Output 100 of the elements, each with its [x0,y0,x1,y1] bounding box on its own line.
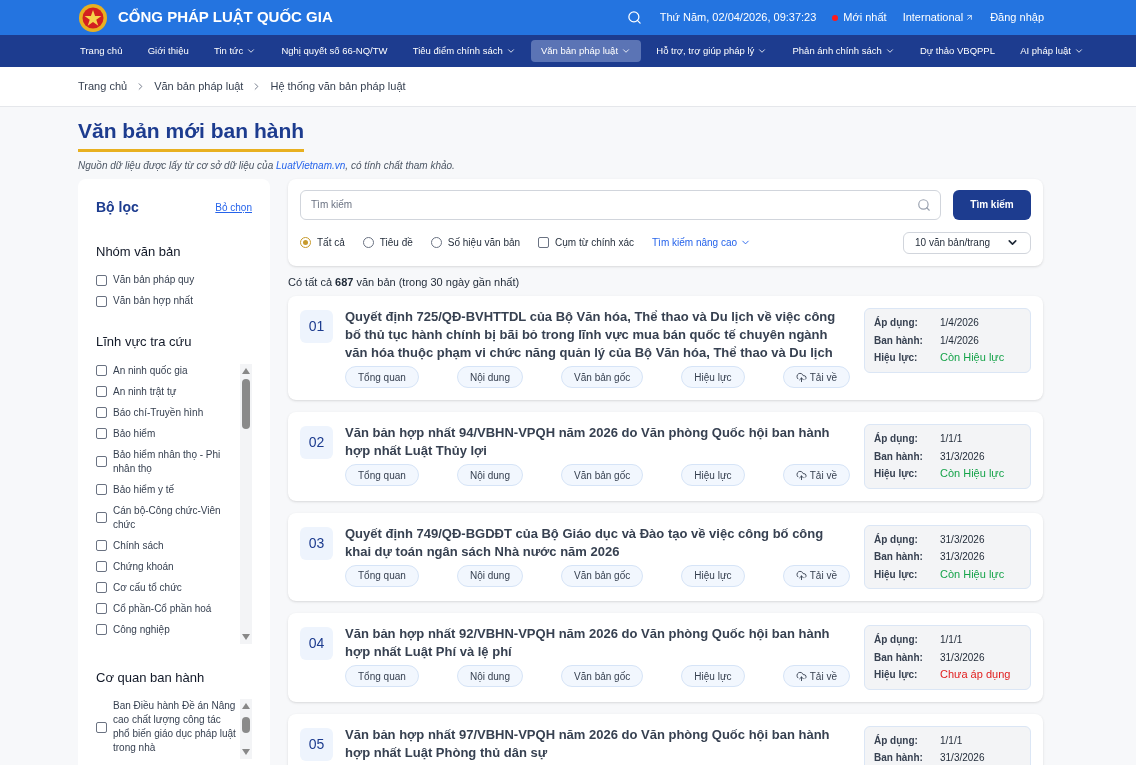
search-field[interactable]: Tìm kiếm [300,189,941,220]
document-action-button[interactable]: Tải về [782,665,850,687]
checkbox[interactable] [96,582,107,593]
scrollbar[interactable] [240,699,252,759]
breadcrumb-link[interactable]: Trang chủ [78,78,128,95]
breadcrumb-link[interactable]: Hệ thống văn bản pháp luật [270,78,406,95]
document-action-button[interactable]: Tổng quan [345,564,419,587]
site-title[interactable]: CỔNG PHÁP LUẬT QUỐC GIA [118,6,333,29]
scroll-down-icon[interactable] [242,633,250,640]
latest-link[interactable]: Mới nhất [832,9,887,26]
document-action-button[interactable]: Nội dung [456,665,523,687]
document-title[interactable]: Văn bản hợp nhất 92/VBHN-VPQH năm 2026 do Văn phòng Quốc hội ban hành hợp nhất Luật Phí và lệ phí [345,625,852,661]
search-button[interactable]: Tìm kiếm [953,189,1031,220]
document-action-button[interactable]: Nội dung [456,366,523,388]
filter-option[interactable]: An ninh trật tự [113,384,177,399]
document-action-button[interactable]: Nội dung [456,564,523,587]
search-option[interactable]: Cụm từ chính xác [555,235,634,250]
filter-option[interactable]: Cán bộ-Công chức-Viên chức [113,503,238,532]
filter-option[interactable]: Bảo hiểm nhân thọ - Phi nhân thọ [113,447,238,476]
nav-item[interactable]: Giới thiệu [137,40,199,62]
nav-item[interactable]: Dự thảo VBQPPL [910,40,1005,62]
document-number: 01 [300,310,333,343]
scroll-thumb[interactable] [242,378,250,429]
scroll-down-icon[interactable] [242,749,250,755]
nav-item[interactable]: AI pháp luật [1010,40,1094,62]
document-action-button[interactable]: Văn bản gốc [561,366,644,388]
nav-item[interactable]: Hỗ trợ, trợ giúp pháp lý [646,40,778,62]
filter-option[interactable]: Cổ phần-Cổ phần hoá [113,601,212,616]
document-action-button[interactable]: Tải về [782,464,850,486]
checkbox[interactable] [96,540,107,551]
scrollbar[interactable] [240,363,252,644]
document-action-button[interactable]: Tổng quan [345,366,419,388]
filter-option[interactable]: Báo chí-Truyền hình [113,405,204,420]
info-label: Ban hành: [874,650,924,665]
nav-item[interactable]: Tiêu điểm chính sách [402,40,526,62]
checkbox[interactable] [96,603,107,614]
status-text: Còn Hiệu lực [940,466,1005,481]
checkbox[interactable] [96,484,107,495]
document-action-button[interactable]: Văn bản gốc [561,564,644,587]
nav-item[interactable]: Tin tức [203,40,267,62]
document-action-button[interactable]: Nội dung [456,464,523,486]
nav-item[interactable]: Văn bản pháp luật [530,40,642,62]
nav-item[interactable]: Phản ánh chính sách [782,40,905,62]
nav-item[interactable]: Trang chủ [70,40,133,62]
document-action-button[interactable]: Hiệu lực [681,366,745,388]
search-option[interactable]: Số hiệu văn bản [447,235,521,250]
filter-option[interactable]: Chính sách [113,538,164,553]
scroll-thumb[interactable] [242,717,250,733]
filter-option[interactable]: Bảo hiểm y tế [113,482,175,497]
checkbox[interactable] [96,365,107,376]
checkbox[interactable] [96,295,107,307]
document-action-button[interactable]: Hiệu lực [681,464,745,486]
document-action-button[interactable]: Hiệu lực [681,665,745,687]
checkbox[interactable] [96,721,107,733]
document-action-button[interactable]: Tổng quan [345,665,419,687]
document-title[interactable]: Văn bản hợp nhất 94/VBHN-VPQH năm 2026 do Văn phòng Quốc hội ban hành hợp nhất Luật Thủy lợi [345,424,852,460]
login-link[interactable]: Đăng nhập [990,9,1044,26]
checkbox[interactable] [96,407,107,418]
page-size-select[interactable]: 10 văn bản/trang [903,231,1031,254]
filter-option[interactable]: Cơ cấu tổ chức [113,580,182,595]
filter-option[interactable]: Văn bản hợp nhất [113,294,193,308]
checkbox[interactable] [96,274,107,286]
document-title[interactable]: Quyết định 749/QĐ-BGDĐT của Bộ Giáo dục và Đào tạo về việc công bố công khai dự toán ngân sách Nhà nước năm 2026 [345,524,852,561]
scroll-up-icon[interactable] [242,703,250,709]
checkbox[interactable] [96,386,107,397]
document-action-button[interactable]: Tải về [782,564,850,587]
filter-option[interactable]: An ninh quốc gia [113,363,188,378]
clear-link[interactable]: Bỏ chọn [215,199,252,215]
info-value: 31/3/2026 [940,650,985,665]
document-action-button[interactable]: Tổng quan [345,464,419,486]
filter-option[interactable]: Ban Điều hành Đề án Nâng cao chất lượng công tác phổ biến giáo dục pháp luật trong nhà [113,699,238,755]
checkbox[interactable] [96,456,107,467]
search-icon[interactable] [626,10,642,25]
document-title[interactable]: Văn bản hợp nhất 97/VBHN-VPQH năm 2026 do Văn phòng Quốc hội ban hành hợp nhất Luật Phòng thủ dân sự [345,725,852,762]
document-action-button[interactable]: Văn bản gốc [561,464,644,486]
checkbox[interactable] [96,624,107,635]
external-link-icon [965,13,975,22]
info-label: Ban hành: [874,751,924,765]
search-option[interactable]: Tiêu đề [379,235,413,250]
document-action-button[interactable]: Văn bản gốc [561,665,644,687]
filter-option[interactable]: Công nghiệp [113,622,170,637]
document-action-button[interactable]: Hiệu lực [681,564,745,587]
search-option[interactable]: Tất cả [317,235,345,250]
advanced-search-link[interactable]: Tìm kiếm nâng cao [652,235,752,250]
filter-option[interactable]: Chứng khoán [113,559,174,574]
filter-option[interactable]: Văn bản pháp quy [113,273,195,287]
checkbox[interactable] [538,237,550,248]
checkbox[interactable] [96,512,107,523]
result-summary: Có tất cả 687 văn bản (trong 30 ngày gần nhất) [288,274,521,290]
filter-option[interactable]: Bảo hiểm [113,426,156,441]
checkbox[interactable] [96,428,107,439]
document-number: 02 [300,426,333,459]
scroll-up-icon[interactable] [242,367,250,374]
filter-group-title: Cơ quan ban hành [96,668,206,687]
document-action-button[interactable]: Tải về [782,366,850,388]
breadcrumb-link[interactable]: Văn bản pháp luật [154,78,244,95]
document-title[interactable]: Quyết định 725/QĐ-BVHTTDL của Bộ Văn hóa, Thể thao và Du lịch về việc công bố thủ tục hành chính bị bãi bỏ trong lĩnh vực mua bán quốc tế chuyên ngành văn hóa thuộc phạm vi chức năng quản lý của Bộ Văn hóa, Thể thao và Du lịch [345,308,852,362]
nav-item[interactable]: Nghị quyết số 66-NQ/TW [271,40,398,62]
checkbox[interactable] [96,561,107,572]
international-link[interactable]: International [902,9,975,26]
